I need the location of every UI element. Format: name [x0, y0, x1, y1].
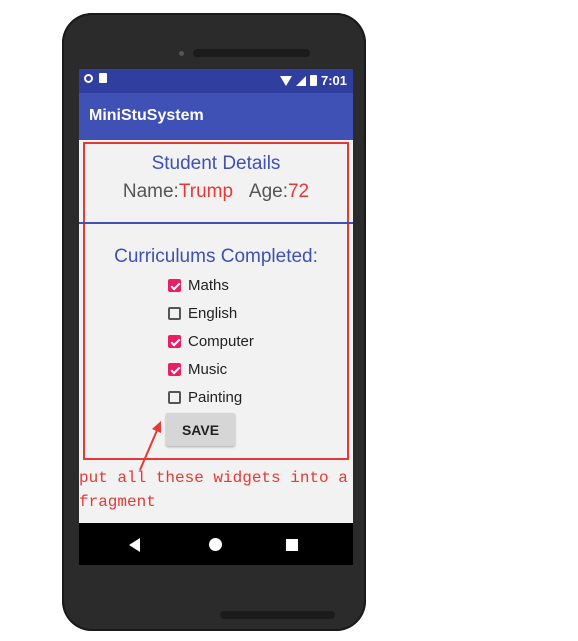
recent-apps-icon[interactable] [286, 539, 298, 551]
back-icon[interactable] [129, 538, 140, 552]
home-icon[interactable] [209, 538, 222, 551]
annotation-note: put all these widgets into a fragment [79, 466, 369, 514]
navigation-bar [79, 523, 353, 565]
annotation-line-1: put all these widgets into a [79, 469, 348, 487]
annotation-line-2: fragment [79, 493, 156, 511]
